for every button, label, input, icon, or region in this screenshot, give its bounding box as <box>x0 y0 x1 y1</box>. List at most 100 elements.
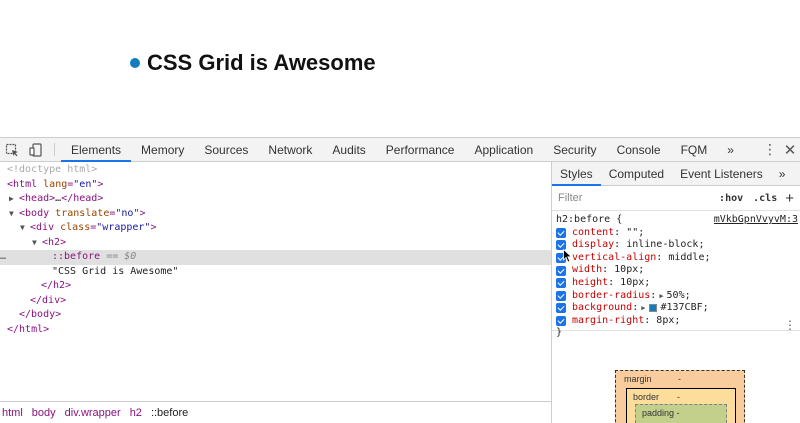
breadcrumb-before[interactable]: ::before <box>149 407 193 419</box>
tab-console[interactable]: Console <box>607 138 671 161</box>
breadcrumb-div-wrapper[interactable]: div.wrapper <box>63 407 126 419</box>
tab-computed[interactable]: Computed <box>601 162 672 185</box>
color-swatch-icon[interactable] <box>649 304 658 313</box>
box-model-padding[interactable]: padding - <box>635 404 727 423</box>
head-tag: head <box>25 193 50 204</box>
tree-row-div-wrapper[interactable]: ▼ <div class="wrapper"> <box>0 221 551 236</box>
property-value[interactable]: 10px; <box>620 277 650 290</box>
expand-shorthand-icon[interactable]: ▶ <box>659 290 663 303</box>
declaration-checkbox[interactable] <box>556 265 566 276</box>
tab-security[interactable]: Security <box>543 138 606 161</box>
tab-styles[interactable]: Styles <box>552 162 601 186</box>
rendered-page: CSS Grid is Awesome <box>0 0 800 137</box>
expand-shorthand-icon[interactable]: ▶ <box>641 302 645 315</box>
property-value[interactable]: 10px; <box>614 264 644 277</box>
close-devtools-icon[interactable]: ✕ <box>780 138 800 162</box>
property-name[interactable]: margin-right <box>572 315 644 328</box>
property-name[interactable]: display <box>572 239 614 252</box>
breadcrumb-html[interactable]: html <box>0 407 28 419</box>
expand-triangle-icon[interactable]: ▶ <box>9 192 19 207</box>
tab-performance[interactable]: Performance <box>376 138 465 161</box>
box-model-margin[interactable]: margin - border - padding - <box>615 370 745 423</box>
collapse-triangle-icon[interactable]: ▼ <box>20 221 30 236</box>
box-model-padding-label: padding - <box>642 408 680 418</box>
box-model-border[interactable]: border - padding - <box>626 388 736 423</box>
declaration-display: display: inline-block; <box>556 239 800 252</box>
collapse-triangle-icon[interactable]: ▼ <box>9 207 19 222</box>
class-toggle[interactable]: .cls <box>753 193 777 204</box>
box-model-margin-value[interactable]: - <box>678 374 681 384</box>
tab-event-listeners[interactable]: Event Listeners <box>672 162 771 185</box>
breadcrumb-h2[interactable]: h2 <box>128 407 147 419</box>
declaration-vertical-align: vertical-align: middle; <box>556 252 800 265</box>
rule-menu-icon[interactable]: ⋮ <box>784 319 796 332</box>
property-name[interactable]: border-radius <box>572 290 650 303</box>
div-tag: div <box>36 222 55 233</box>
tree-row-close-h2[interactable]: </h2> <box>0 279 551 294</box>
tab-audits[interactable]: Audits <box>322 138 375 161</box>
property-value[interactable]: 50%; <box>667 290 691 303</box>
rule-selector-line: h2:before { mVkbGpnVvyvM:3 <box>556 214 800 227</box>
tree-row-close-div[interactable]: </div> <box>0 294 551 309</box>
rule-closing-brace: } <box>556 327 563 339</box>
collapse-triangle-icon[interactable]: ▼ <box>32 236 42 251</box>
styles-more-tabs-button[interactable]: » <box>771 162 794 185</box>
tab-elements[interactable]: Elements <box>61 138 132 162</box>
box-model-border-value[interactable]: - <box>677 392 680 402</box>
toolbar-right: ⋮ ✕ <box>747 138 800 161</box>
rule-selector[interactable]: h2:before { <box>556 214 622 227</box>
pseudo-before: ::before <box>52 251 101 262</box>
tree-row-text[interactable]: "CSS Grid is Awesome" <box>0 265 551 280</box>
property-value[interactable]: middle; <box>668 252 710 265</box>
tree-row-before-selected[interactable]: … ::before == $0 <box>0 250 551 265</box>
declaration-checkbox[interactable] <box>556 303 566 314</box>
html-lang-attr: lang <box>43 178 68 190</box>
tree-row-close-body[interactable]: </body> <box>0 308 551 323</box>
rule-source-link[interactable]: mVkbGpnVvyvM:3 <box>714 214 800 227</box>
tab-sources[interactable]: Sources <box>194 138 258 161</box>
declaration-background: background: ▶ #137CBF; <box>556 302 800 315</box>
h2-tag: h2 <box>48 236 61 248</box>
devtools-menu-icon[interactable]: ⋮ <box>760 138 780 162</box>
hover-state-toggle[interactable]: :hov <box>719 193 743 204</box>
property-name[interactable]: width <box>572 264 602 277</box>
property-value[interactable]: #137CBF; <box>660 302 708 315</box>
tree-row-body[interactable]: ▼ <body translate="no"> <box>0 207 551 222</box>
property-value[interactable]: 8px; <box>656 315 680 328</box>
property-value[interactable]: inline-block; <box>626 239 704 252</box>
property-name[interactable]: background <box>572 302 632 315</box>
tab-memory[interactable]: Memory <box>131 138 194 161</box>
tab-application[interactable]: Application <box>464 138 543 161</box>
more-tabs-button[interactable]: » <box>717 138 744 161</box>
tree-row-html[interactable]: <html lang="en"> <box>0 178 551 193</box>
declaration-checkbox[interactable] <box>556 278 566 289</box>
box-model-margin-label: margin <box>624 374 652 384</box>
breadcrumb-body[interactable]: body <box>30 407 61 419</box>
device-toggle-icon[interactable] <box>24 138 48 162</box>
tree-row-head[interactable]: ▶ <head>…</head> <box>0 192 551 207</box>
declaration-height: height: 10px; <box>556 277 800 290</box>
styles-filter-input[interactable]: Filter <box>558 192 709 204</box>
property-name[interactable]: content <box>572 227 614 240</box>
property-name[interactable]: height <box>572 277 608 290</box>
tree-row-doctype[interactable]: <!doctype html> <box>0 163 551 178</box>
tree-row-close-html[interactable]: </html> <box>0 323 551 338</box>
inspect-element-icon[interactable] <box>0 138 24 162</box>
declaration-checkbox[interactable] <box>556 316 566 327</box>
div-class-attr: class <box>60 222 91 233</box>
property-name[interactable]: vertical-align <box>572 252 656 265</box>
new-rule-button[interactable]: + <box>785 190 794 207</box>
tab-network[interactable]: Network <box>258 138 322 161</box>
declaration-checkbox[interactable] <box>556 227 566 238</box>
doctype-text: <!doctype html> <box>7 164 98 175</box>
declaration-content: content: ""; <box>556 227 800 240</box>
row-menu-dots[interactable]: … <box>0 250 6 265</box>
tab-fqm[interactable]: FQM <box>671 138 718 161</box>
declaration-checkbox[interactable] <box>556 290 566 301</box>
close-body-tag: </body> <box>19 309 62 320</box>
declaration-border-radius: border-radius: ▶ 50%; <box>556 290 800 303</box>
property-value[interactable]: ""; <box>626 227 644 240</box>
heading-text: CSS Grid is Awesome <box>147 50 376 75</box>
tree-row-h2[interactable]: ▼ <h2> <box>0 236 551 251</box>
devtools-toolbar: Elements Memory Sources Network Audits P… <box>0 138 800 162</box>
